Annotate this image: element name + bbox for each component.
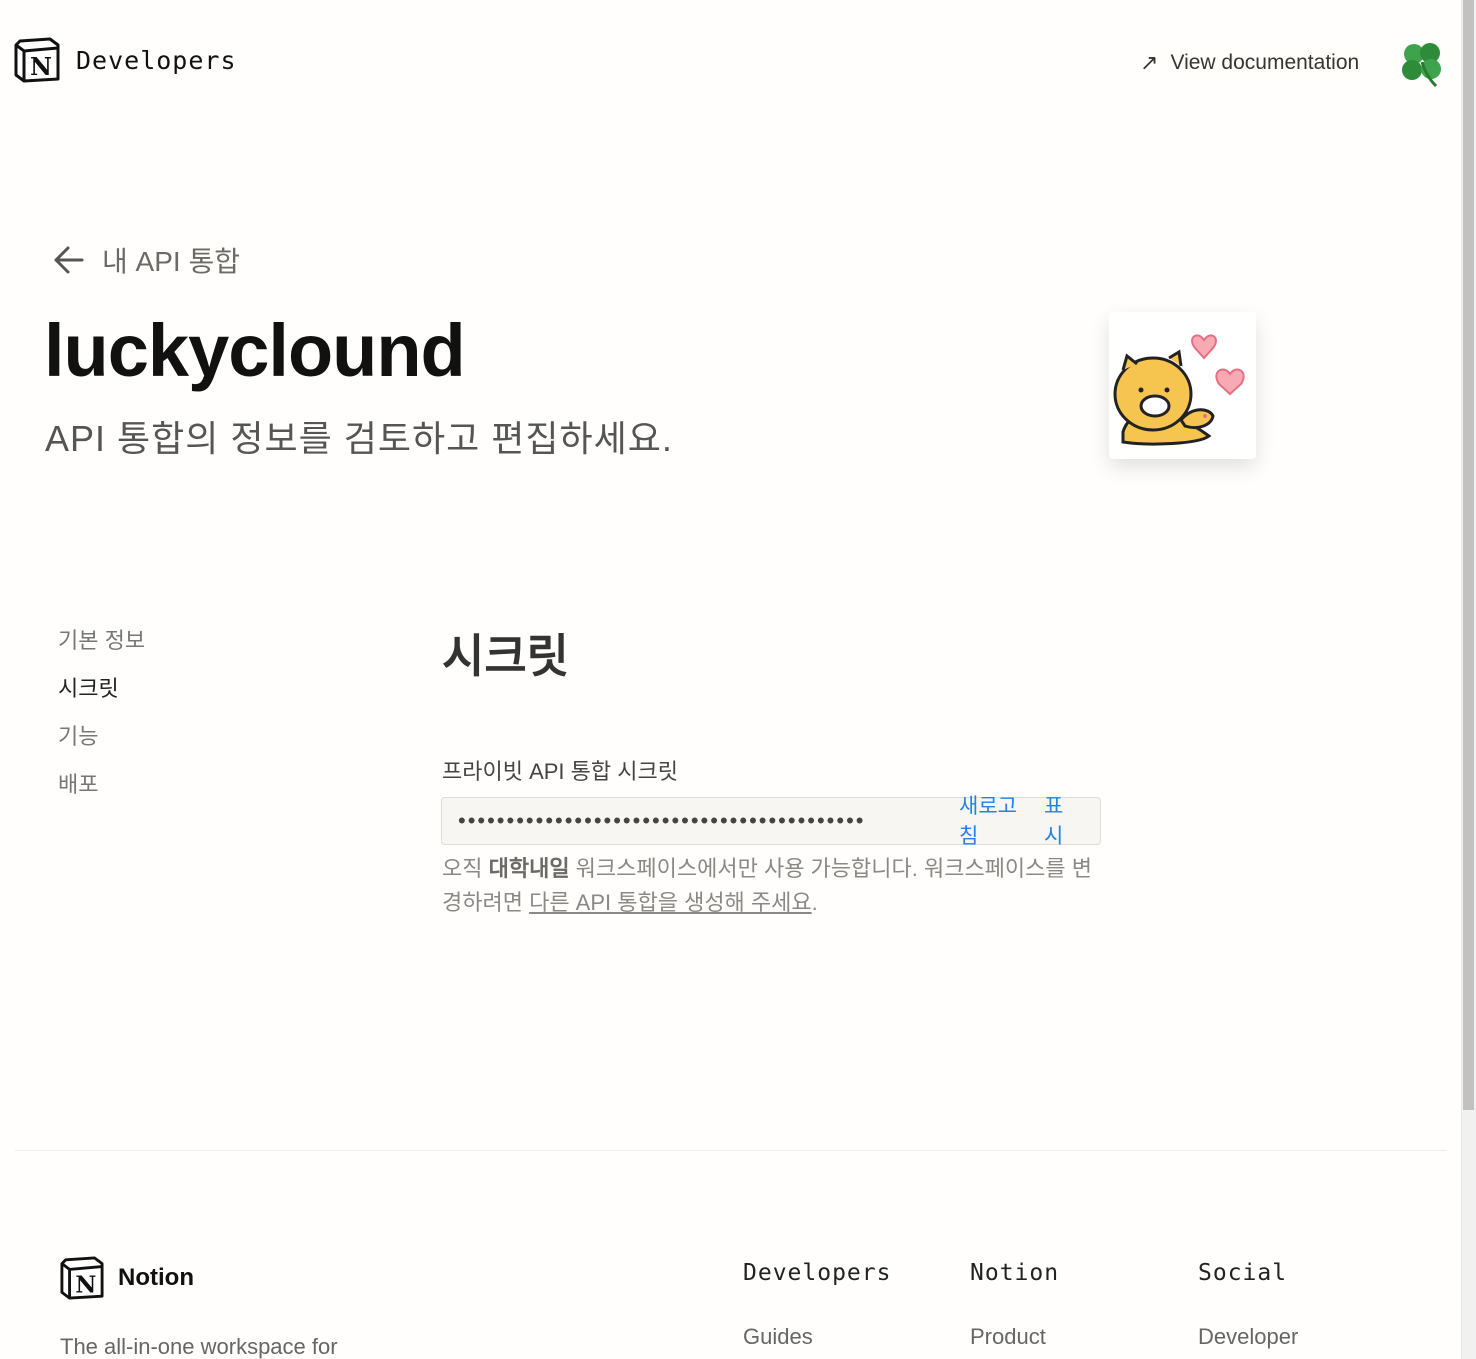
nav-item-distribution[interactable]: 배포	[58, 768, 145, 816]
footer-notion-logo-link[interactable]: N Notion	[60, 1256, 194, 1300]
footer-column-heading: Developers	[743, 1260, 892, 1286]
integration-icon-card[interactable]	[1109, 312, 1256, 459]
svg-text:N: N	[30, 52, 52, 81]
footer-link[interactable]: Developer	[1198, 1324, 1298, 1350]
arrow-left-icon	[54, 246, 84, 274]
footer-column-heading: Social	[1198, 1260, 1288, 1286]
footer-link[interactable]: Product	[970, 1324, 1059, 1350]
workspace-name: 대학내일	[488, 856, 570, 881]
section-title: 시크릿	[442, 630, 569, 682]
show-secret-button[interactable]: 표시	[1044, 792, 1068, 852]
brand-name: Developers	[76, 45, 237, 75]
arrow-up-right-icon: ↗	[1140, 50, 1159, 75]
view-documentation-label: View documentation	[1170, 51, 1360, 74]
four-leaf-clover-icon[interactable]	[1396, 38, 1448, 90]
nav-item-capabilities[interactable]: 기능	[58, 720, 145, 768]
secret-field-label: 프라이빗 API 통합 시크릿	[442, 759, 678, 784]
footer-divider	[15, 1150, 1447, 1151]
footer-link[interactable]: Guides	[743, 1324, 891, 1350]
footer-column-notion: Notion Product	[970, 1260, 1059, 1350]
note-suffix: .	[811, 890, 818, 915]
section-nav: 기본 정보 시크릿 기능 배포	[58, 624, 145, 816]
secret-field[interactable]: ••••••••••••••••••••••••••••••••••••••••…	[441, 795, 1101, 848]
yellow-cat-with-hearts-icon	[1113, 334, 1245, 446]
workspace-note: 오직 대학내일 워크스페이스에서만 사용 가능합니다. 워크스페이스를 변경하려…	[442, 852, 1102, 920]
svg-text:N: N	[75, 1271, 96, 1298]
footer-logo-text: Notion	[118, 1264, 194, 1291]
developers-logo-link[interactable]: N Developers	[14, 37, 237, 83]
back-to-integrations-link[interactable]: 내 API 통합	[52, 240, 240, 280]
notion-logo-icon: N	[14, 37, 60, 83]
note-prefix: 오직	[442, 856, 489, 881]
create-another-integration-link[interactable]: 다른 API 통합을 생성해 주세요	[529, 890, 812, 915]
notion-logo-icon: N	[60, 1256, 104, 1300]
footer-column-social: Social Developer	[1198, 1260, 1298, 1350]
secret-masked-value[interactable]: ••••••••••••••••••••••••••••••••••••••••…	[458, 808, 938, 834]
top-header: N Developers ↗ View documentation	[0, 0, 1461, 120]
nav-item-basic-info[interactable]: 기본 정보	[58, 624, 145, 672]
back-label: 내 API 통합	[102, 246, 240, 277]
footer-tagline: The all-in-one workspace for	[60, 1334, 338, 1359]
footer-column-developers: Developers Guides	[743, 1260, 891, 1350]
nav-item-secrets[interactable]: 시크릿	[58, 672, 145, 720]
scrollbar[interactable]	[1461, 0, 1476, 1359]
page-subtitle: API 통합의 정보를 검토하고 편집하세요.	[45, 418, 673, 459]
footer-column-heading: Notion	[970, 1260, 1060, 1286]
page-title: luckyclound	[44, 309, 466, 392]
view-documentation-link[interactable]: ↗ View documentation	[1140, 50, 1359, 76]
scrollbar-thumb[interactable]	[1463, 0, 1474, 1110]
refresh-secret-button[interactable]: 새로고침	[959, 792, 1025, 852]
